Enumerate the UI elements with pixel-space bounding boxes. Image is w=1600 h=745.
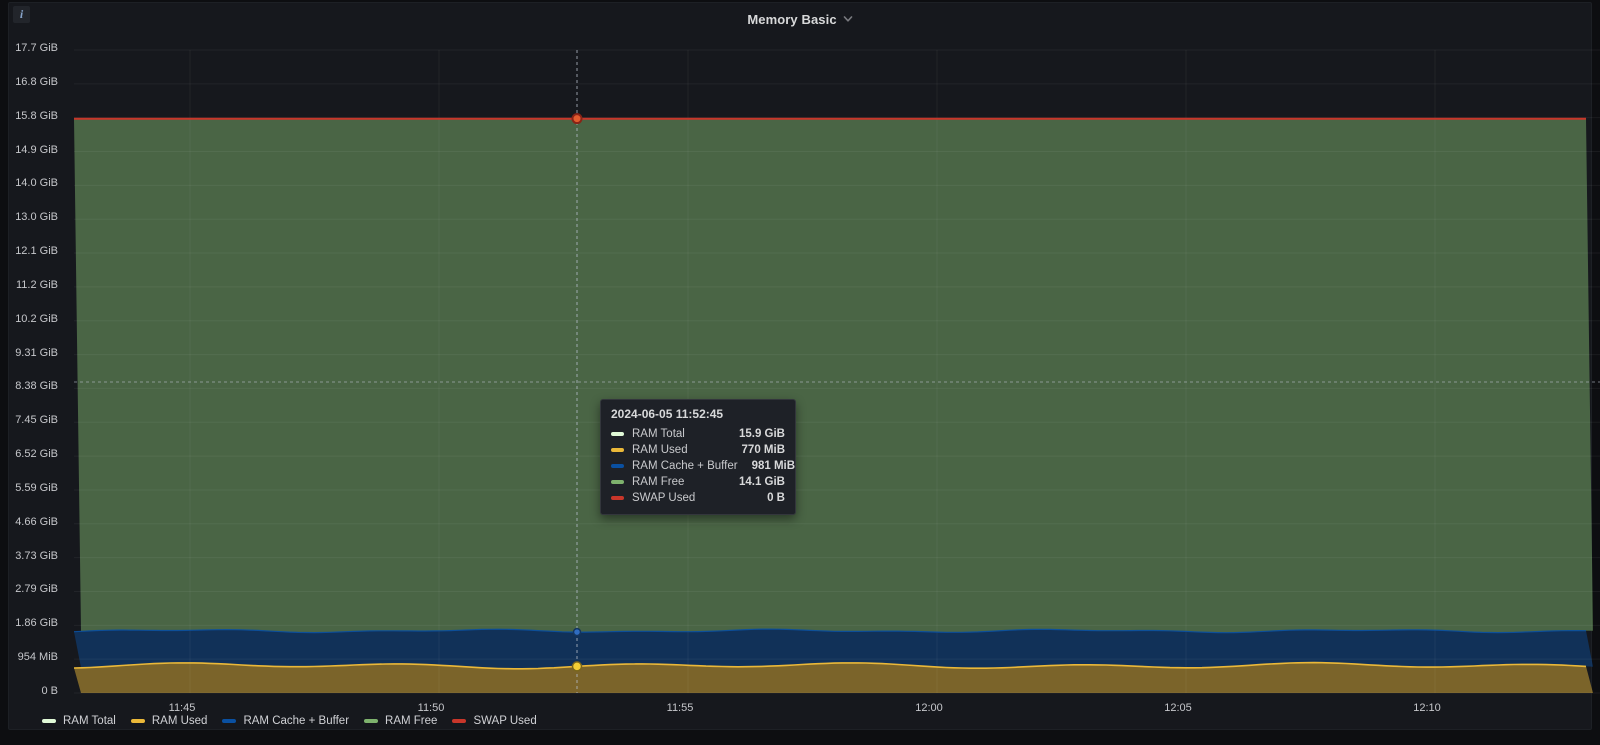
tooltip-series-value: 0 B — [767, 492, 785, 504]
tooltip-timestamp: 2024-06-05 11:52:45 — [611, 407, 785, 421]
memory-basic-dashboard: { "panel": { "title": "Memory Basic", "i… — [0, 0, 1600, 742]
hover-tooltip: 2024-06-05 11:52:45 RAM Total15.9 GiBRAM… — [600, 399, 796, 515]
time-series-chart — [9, 3, 1600, 745]
chart-legend: RAM Total RAM Used RAM Cache + Buffer RAM F… — [42, 715, 537, 727]
tooltip-row: SWAP Used 0 B — [611, 490, 785, 506]
tooltip-series-label: RAM Total — [632, 428, 725, 440]
tooltip-row: RAM Cache + Buffer981 MiB — [611, 458, 785, 474]
legend-swatch — [364, 719, 378, 723]
legend-item-swap-used[interactable]: SWAP Used — [452, 715, 536, 727]
memory-basic-panel: i Memory Basic 17.7 GiB16.8 GiB15.8 GiB1… — [8, 2, 1592, 730]
legend-label: RAM Total — [63, 715, 116, 727]
tooltip-series-value: 981 MiB — [752, 460, 795, 472]
legend-item-ram-total[interactable]: RAM Total — [42, 715, 116, 727]
tooltip-series-swatch — [611, 496, 624, 500]
legend-swatch — [222, 719, 236, 723]
legend-label: RAM Free — [385, 715, 437, 727]
legend-item-ram-used[interactable]: RAM Used — [131, 715, 208, 727]
legend-item-ram-free[interactable]: RAM Free — [364, 715, 437, 727]
tooltip-series-swatch — [611, 464, 624, 468]
tooltip-series-value: 15.9 GiB — [739, 428, 785, 440]
legend-swatch — [42, 719, 56, 723]
legend-swatch — [131, 719, 145, 723]
tooltip-row: RAM Free 14.1 GiB — [611, 474, 785, 490]
tooltip-series-label: RAM Cache + Buffer — [632, 460, 738, 472]
legend-label: RAM Used — [152, 715, 208, 727]
tooltip-series-label: RAM Free — [632, 476, 725, 488]
tooltip-row: RAM Used 770 MiB — [611, 442, 785, 458]
plot-area[interactable] — [74, 50, 1593, 693]
tooltip-series-value: 770 MiB — [742, 444, 785, 456]
tooltip-series-swatch — [611, 432, 624, 436]
tooltip-series-label: SWAP Used — [632, 492, 753, 504]
legend-item-ram-cache-buffer[interactable]: RAM Cache + Buffer — [222, 715, 349, 727]
tooltip-series-swatch — [611, 448, 624, 452]
legend-label: RAM Cache + Buffer — [243, 715, 349, 727]
tooltip-series-label: RAM Used — [632, 444, 728, 456]
legend-swatch — [452, 719, 466, 723]
tooltip-series-value: 14.1 GiB — [739, 476, 785, 488]
legend-label: SWAP Used — [473, 715, 536, 727]
tooltip-row: RAM Total 15.9 GiB — [611, 426, 785, 442]
tooltip-series-swatch — [611, 480, 624, 484]
